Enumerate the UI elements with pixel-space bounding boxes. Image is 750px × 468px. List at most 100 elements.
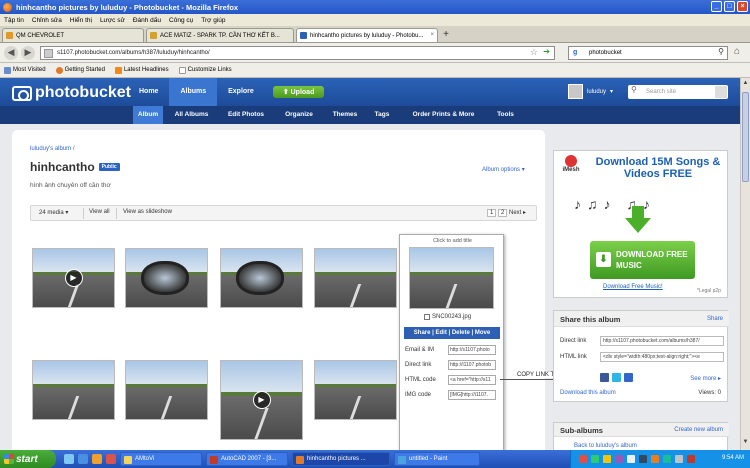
site-search-input[interactable]: ⚲ Search site bbox=[628, 85, 728, 99]
tray-icon[interactable] bbox=[675, 455, 683, 463]
back-to-album-link[interactable]: Back to luluduy's album bbox=[574, 443, 637, 449]
start-button[interactable]: start bbox=[0, 450, 56, 468]
page-scrollbar[interactable]: ▲ ▼ bbox=[740, 78, 750, 450]
facebook-icon[interactable] bbox=[600, 373, 609, 382]
bookmark-getting-started[interactable]: Getting Started bbox=[55, 66, 105, 74]
download-free-music-link[interactable]: Download Free Music! bbox=[603, 284, 663, 290]
tray-icon[interactable] bbox=[687, 455, 695, 463]
bookmark-latest-headlines[interactable]: Latest Headlines bbox=[114, 66, 169, 74]
menu-bookmarks[interactable]: Đánh dấu bbox=[133, 17, 161, 24]
subnav-tags[interactable]: Tags bbox=[370, 106, 394, 124]
photo-thumbnail[interactable] bbox=[125, 248, 208, 308]
task-autocad[interactable]: AutoCAD 2007 - [3... bbox=[206, 452, 288, 466]
app-icon[interactable] bbox=[106, 454, 116, 464]
network-icon[interactable] bbox=[627, 455, 635, 463]
photo-thumbnail[interactable] bbox=[314, 360, 397, 420]
album-html-link-field[interactable]: <div style="width:480px;text-align:right… bbox=[600, 352, 724, 362]
tray-icon[interactable] bbox=[651, 455, 659, 463]
photobucket-logo[interactable]: photobucket bbox=[12, 84, 131, 102]
firefox-icon[interactable] bbox=[92, 454, 102, 464]
page-1-button[interactable]: 1 bbox=[487, 209, 497, 217]
task-amtovi[interactable]: AMtoVi bbox=[120, 452, 202, 466]
twitter-icon[interactable] bbox=[612, 373, 621, 382]
subnav-order-prints[interactable]: Order Prints & More bbox=[400, 106, 487, 124]
tray-icon[interactable] bbox=[603, 455, 611, 463]
play-icon[interactable]: ▶ bbox=[64, 269, 83, 287]
view-all-link[interactable]: View all bbox=[89, 209, 110, 215]
tab-photobucket[interactable]: hinhcantho pictures by luluduy - Photobu… bbox=[296, 28, 438, 42]
download-album-link[interactable]: Download this album bbox=[560, 390, 616, 396]
upload-button[interactable]: ⬆ Upload bbox=[272, 86, 325, 98]
album-options-menu[interactable]: Album options ▾ bbox=[482, 166, 525, 173]
close-window-button[interactable]: × bbox=[737, 1, 748, 12]
imesh-advertisement[interactable]: iMesh Download 15M Songs & Videos FREE ♪… bbox=[553, 150, 728, 298]
tab-chevrolet[interactable]: QM CHEVROLET bbox=[2, 28, 144, 42]
tab-ace-matiz[interactable]: ACE MATIZ - SPARK TP. CẦN THƠ KẾT B... bbox=[146, 28, 294, 42]
subnav-organize[interactable]: Organize bbox=[278, 106, 320, 124]
subnav-themes[interactable]: Themes bbox=[326, 106, 364, 124]
subnav-tools[interactable]: Tools bbox=[492, 106, 519, 124]
close-tab-icon[interactable]: × bbox=[430, 32, 434, 38]
popup-photo[interactable] bbox=[409, 247, 494, 309]
search-icon[interactable]: ⚲ bbox=[718, 47, 724, 56]
photo-actions-bar[interactable]: Share | Edit | Delete | Move bbox=[404, 327, 500, 339]
tray-icon[interactable] bbox=[591, 455, 599, 463]
task-firefox-photobucket[interactable]: hinhcantho pictures ... bbox=[292, 452, 390, 466]
breadcrumb[interactable]: luluduy's album / bbox=[30, 146, 75, 152]
page-2-button[interactable]: 2 bbox=[498, 209, 508, 217]
tray-icon[interactable] bbox=[663, 455, 671, 463]
photo-thumbnail[interactable] bbox=[314, 248, 397, 308]
scroll-down-icon[interactable]: ▼ bbox=[742, 439, 749, 448]
nav-explore[interactable]: Explore bbox=[217, 78, 265, 106]
view-slideshow-link[interactable]: View as slideshow bbox=[123, 209, 172, 215]
tray-icon[interactable] bbox=[615, 455, 623, 463]
home-icon[interactable]: ⌂ bbox=[734, 46, 740, 57]
add-title-link[interactable]: Click to add title bbox=[400, 238, 505, 244]
media-count-dropdown[interactable]: 24 media ▾ bbox=[39, 209, 68, 216]
scroll-up-icon[interactable]: ▲ bbox=[742, 80, 749, 89]
html-code-field[interactable]: <a href="http://s11 bbox=[448, 375, 496, 385]
share-link[interactable]: Share bbox=[707, 316, 723, 322]
scroll-thumb[interactable] bbox=[742, 92, 749, 182]
photo-thumbnail[interactable]: ▶ bbox=[220, 360, 303, 440]
menu-edit[interactable]: Chỉnh sửa bbox=[32, 17, 62, 24]
next-page-button[interactable]: Next ▸ bbox=[509, 209, 526, 216]
new-tab-button[interactable]: + bbox=[440, 29, 452, 41]
menu-history[interactable]: Lược sử bbox=[100, 17, 125, 24]
see-more-link[interactable]: See more ▸ bbox=[690, 375, 721, 382]
bookmark-star-icon[interactable]: ☆ bbox=[530, 47, 538, 58]
album-direct-link-field[interactable]: http://s1107.photobucket.com/albums/h387… bbox=[600, 336, 724, 346]
tray-icon[interactable] bbox=[579, 455, 587, 463]
forward-button[interactable]: ▶ bbox=[21, 46, 35, 60]
user-menu[interactable]: luluduy ▾ bbox=[568, 84, 613, 99]
menu-view[interactable]: Hiển thị bbox=[70, 17, 92, 24]
show-desktop-icon[interactable] bbox=[64, 454, 74, 464]
play-icon[interactable]: ▶ bbox=[252, 391, 271, 409]
browser-search-input[interactable]: g photobucket ⚲ bbox=[568, 46, 728, 60]
address-bar[interactable]: s1107.photobucket.com/albums/h387/luludu… bbox=[40, 46, 555, 60]
download-free-music-button[interactable]: ⬇ DOWNLOAD FREE MUSIC bbox=[590, 241, 695, 279]
menu-tools[interactable]: Công cụ bbox=[169, 17, 193, 24]
menu-help[interactable]: Trợ giúp bbox=[201, 17, 225, 24]
nav-home[interactable]: Home bbox=[128, 78, 169, 106]
photo-thumbnail[interactable]: ▶ bbox=[32, 248, 115, 308]
select-checkbox[interactable] bbox=[424, 314, 430, 320]
task-paint[interactable]: untitled - Paint bbox=[394, 452, 480, 466]
search-submit-button[interactable] bbox=[715, 86, 727, 98]
back-button[interactable]: ◀ bbox=[4, 46, 18, 60]
subnav-edit-photos[interactable]: Edit Photos bbox=[221, 106, 271, 124]
email-im-field[interactable]: http://s1107.photo bbox=[448, 345, 496, 355]
myspace-icon[interactable] bbox=[624, 373, 633, 382]
photo-thumbnail[interactable] bbox=[125, 360, 208, 420]
img-code-field[interactable]: [IMG]http://i1107. bbox=[448, 390, 496, 400]
minimize-button[interactable]: _ bbox=[711, 1, 722, 12]
bookmark-most-visited[interactable]: Most Visited bbox=[4, 66, 46, 74]
photo-thumbnail[interactable] bbox=[220, 248, 303, 308]
subnav-album[interactable]: Album bbox=[133, 106, 163, 124]
volume-icon[interactable] bbox=[639, 455, 647, 463]
create-album-link[interactable]: Create new album bbox=[674, 427, 723, 433]
maximize-button[interactable]: □ bbox=[724, 1, 735, 12]
subnav-all-albums[interactable]: All Albums bbox=[168, 106, 215, 124]
menu-file[interactable]: Tập tin bbox=[4, 17, 24, 24]
go-icon[interactable]: ➔ bbox=[543, 47, 550, 56]
